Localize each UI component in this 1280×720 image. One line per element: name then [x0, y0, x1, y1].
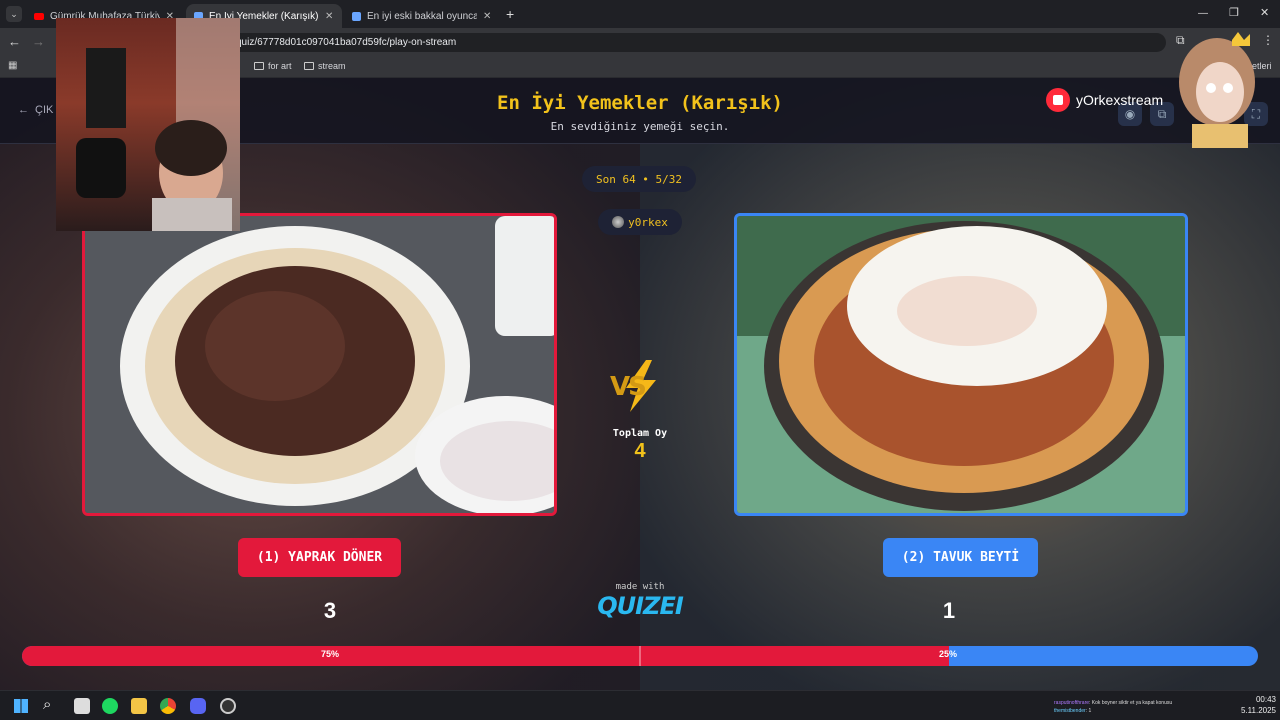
bookmark-label: for art — [268, 61, 292, 71]
avatar-illustration — [1174, 32, 1260, 148]
webcam-overlay — [56, 18, 240, 231]
vote-button-left[interactable]: (1) YAPRAK DÖNER — [238, 538, 401, 577]
spotify-icon[interactable] — [102, 698, 118, 714]
channel-badge: yOrkexstream — [1046, 88, 1163, 112]
folder-icon — [304, 62, 314, 70]
total-votes-count: 4 — [634, 440, 646, 462]
close-icon[interactable]: ✕ — [325, 11, 333, 22]
chat-message: : Kok boyner siktir et ya kapat konusu — [1089, 700, 1173, 706]
percent-left: 75% — [321, 649, 340, 659]
tavuk-beyti-image — [737, 216, 1185, 513]
minimize-icon[interactable]: — — [1198, 8, 1208, 19]
vote-count-left: 3 — [323, 598, 337, 623]
vote-count-right: 1 — [942, 598, 956, 623]
vs-text: VS — [610, 372, 647, 402]
total-votes-label: Toplam Oy — [612, 428, 668, 439]
obs-icon[interactable] — [220, 698, 236, 714]
chat-ticker: rasputinofthrare: Kok boyner siktir et y… — [1054, 699, 1194, 715]
channel-name: yOrkexstream — [1076, 92, 1164, 108]
file-explorer-icon[interactable] — [131, 698, 147, 714]
address-bar[interactable]: quiz/67778d01c097041ba07d59fc/play-on-st… — [226, 33, 1166, 52]
folder-icon — [254, 62, 264, 70]
chat-username: rasputinofthrare — [1054, 700, 1090, 706]
streamer-badge: y0rkex — [598, 209, 682, 235]
bookmark-label: stream — [318, 61, 346, 71]
vs-badge: VS — [604, 358, 676, 414]
clock-time[interactable]: 00:43 — [1236, 695, 1276, 704]
forward-arrow-icon[interactable]: → — [32, 34, 45, 49]
close-icon[interactable]: ✕ — [483, 11, 491, 22]
webcam-feed-image — [76, 18, 240, 231]
made-with-label: made with — [615, 582, 665, 592]
chat-username: themistbender — [1054, 708, 1086, 714]
doner-image — [85, 216, 554, 513]
option-card-right[interactable] — [734, 213, 1188, 516]
search-icon[interactable]: ⌕ — [43, 696, 51, 713]
bookmark-folder-for-art[interactable]: for art — [254, 61, 292, 71]
youtube-icon — [1046, 88, 1070, 112]
quizei-logo[interactable]: QUIZEI — [590, 592, 690, 620]
chat-message: : 1 — [1085, 708, 1092, 714]
windows-start-icon[interactable] — [14, 699, 28, 713]
chrome-icon[interactable] — [160, 698, 176, 714]
bookmark-folder-stream[interactable]: stream — [304, 61, 346, 71]
quizei-favicon-icon — [352, 11, 361, 21]
option-card-left[interactable] — [82, 213, 557, 516]
youtube-icon — [34, 12, 44, 20]
taskbar: ⌕ rasputinofthrare: Kok boyner siktir et… — [0, 690, 1280, 720]
percent-right: 25% — [939, 649, 958, 659]
round-badge: Son 64 • 5/32 — [582, 166, 696, 192]
anime-character-image — [1179, 32, 1255, 148]
clock-date[interactable]: 5.11.2025 — [1226, 706, 1276, 715]
close-window-icon[interactable]: ✕ — [1260, 6, 1269, 19]
discord-icon[interactable] — [190, 698, 206, 714]
streamer-name: y0rkex — [628, 215, 668, 229]
vote-share-left — [22, 646, 949, 666]
tab-title: En iyi eski bakkal oyuncakları - — [367, 10, 477, 22]
avatar — [612, 216, 625, 228]
menu-icon[interactable]: ⋮ — [1262, 33, 1274, 47]
task-view-icon[interactable] — [74, 698, 90, 714]
back-arrow-icon[interactable]: ← — [8, 34, 21, 49]
new-tab-button[interactable]: + — [506, 6, 514, 22]
restore-icon[interactable]: ❐ — [1229, 6, 1239, 19]
vote-button-right[interactable]: (2) TAVUK BEYTİ — [883, 538, 1038, 577]
apps-icon[interactable]: ▦ — [8, 60, 17, 71]
tab-search-button[interactable]: ⌄ — [6, 6, 22, 22]
bar-center-marker — [639, 646, 641, 666]
tab-bakkal[interactable]: En iyi eski bakkal oyuncakları - ✕ — [344, 4, 500, 28]
vote-share-bar: 75% 25% — [22, 646, 1258, 666]
